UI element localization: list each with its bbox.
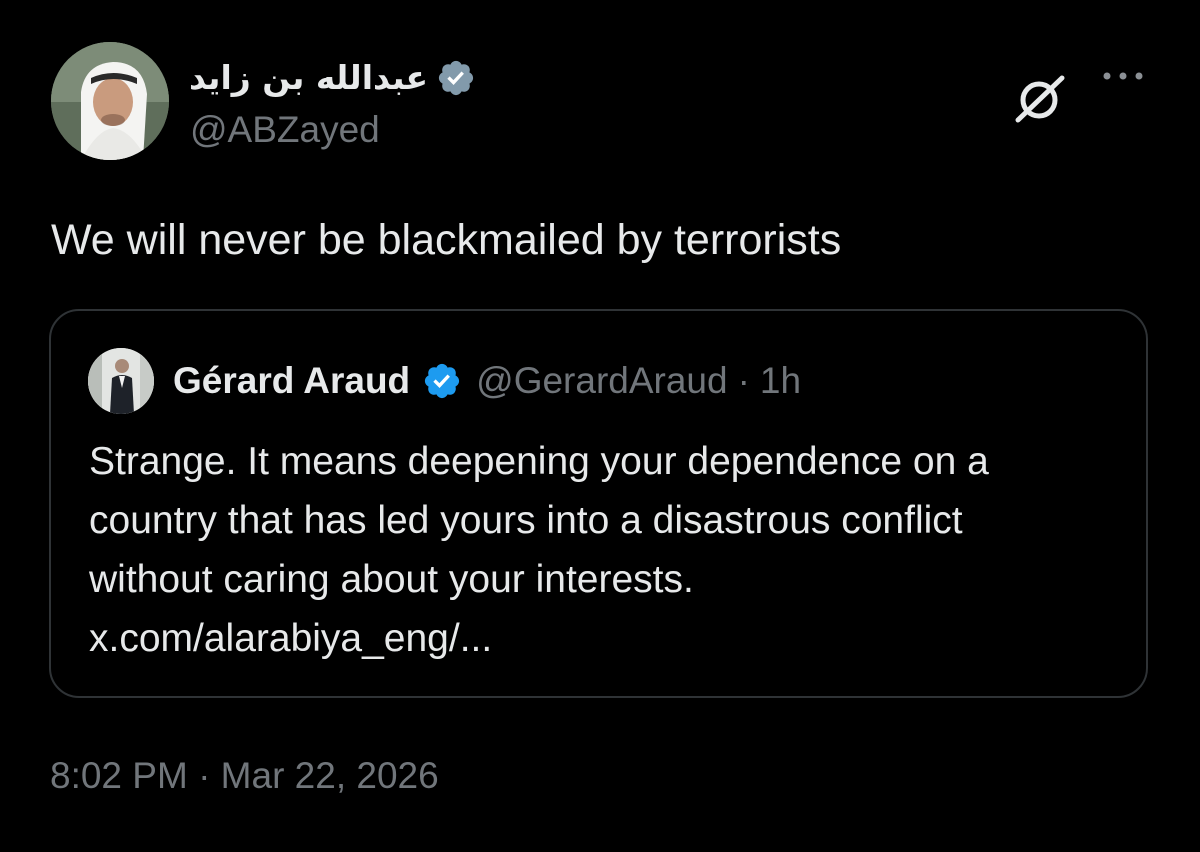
verified-badge-icon [439,60,474,96]
quoted-author-avatar-photo [88,348,154,414]
quoted-tweet-text-line: country that has led yours into a disast… [89,499,963,542]
quoted-tweet-separator: · [737,360,750,401]
author-display-name[interactable]: عبدالله بن زايد [189,56,428,100]
quoted-tweet-text: Strange. It means deepening your depende… [89,432,1129,668]
quoted-tweet-link[interactable]: x.com/alarabiya_eng/... [89,609,1129,668]
tweet-timestamp[interactable]: 8:02 PM · Mar 22, 2026 [50,752,439,800]
tweet: عبدالله بن زايد @ABZayed We will never b… [0,0,1200,852]
quoted-author-avatar[interactable] [88,348,154,414]
quoted-tweet-time[interactable]: 1h [760,360,801,402]
quoted-tweet-header: Gérard Araud @GerardAraud · 1h [88,348,801,414]
quoted-tweet-text-line: Strange. It means deepening your depende… [89,440,989,483]
quoted-tweet-card[interactable]: Gérard Araud @GerardAraud · 1h Strange. … [49,309,1148,698]
more-icon[interactable] [1100,66,1146,86]
author-avatar-photo [51,42,169,160]
quoted-author-handle[interactable]: @GerardAraud [476,360,727,402]
author-name-row: عبدالله بن زايد [189,56,476,100]
quoted-author-display-name[interactable]: Gérard Araud [173,360,410,402]
quoted-tweet-text-line: without caring about your interests. [89,558,694,601]
verified-badge-icon [425,363,460,399]
author-avatar[interactable] [51,42,169,160]
grok-icon[interactable] [1010,74,1070,124]
author-handle[interactable]: @ABZayed [190,108,380,152]
tweet-text: We will never be blackmailed by terroris… [51,216,842,264]
